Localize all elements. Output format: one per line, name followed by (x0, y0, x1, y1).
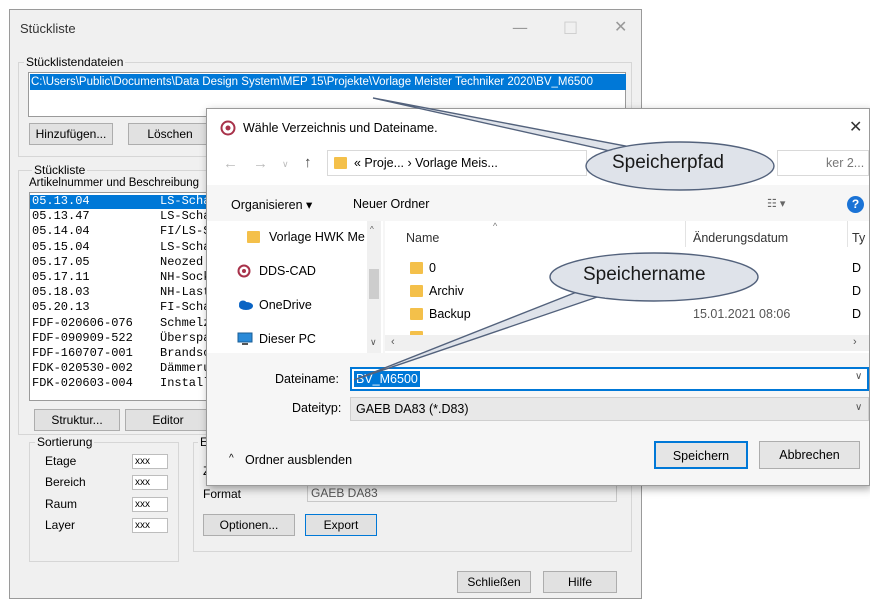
callout-path-label: Speicherpfad (612, 152, 724, 173)
callout-name-label: Speichername (583, 264, 706, 285)
callout-pointer-name (353, 285, 608, 381)
callout-graphics (353, 97, 775, 381)
callout-pointer-path (372, 97, 634, 154)
